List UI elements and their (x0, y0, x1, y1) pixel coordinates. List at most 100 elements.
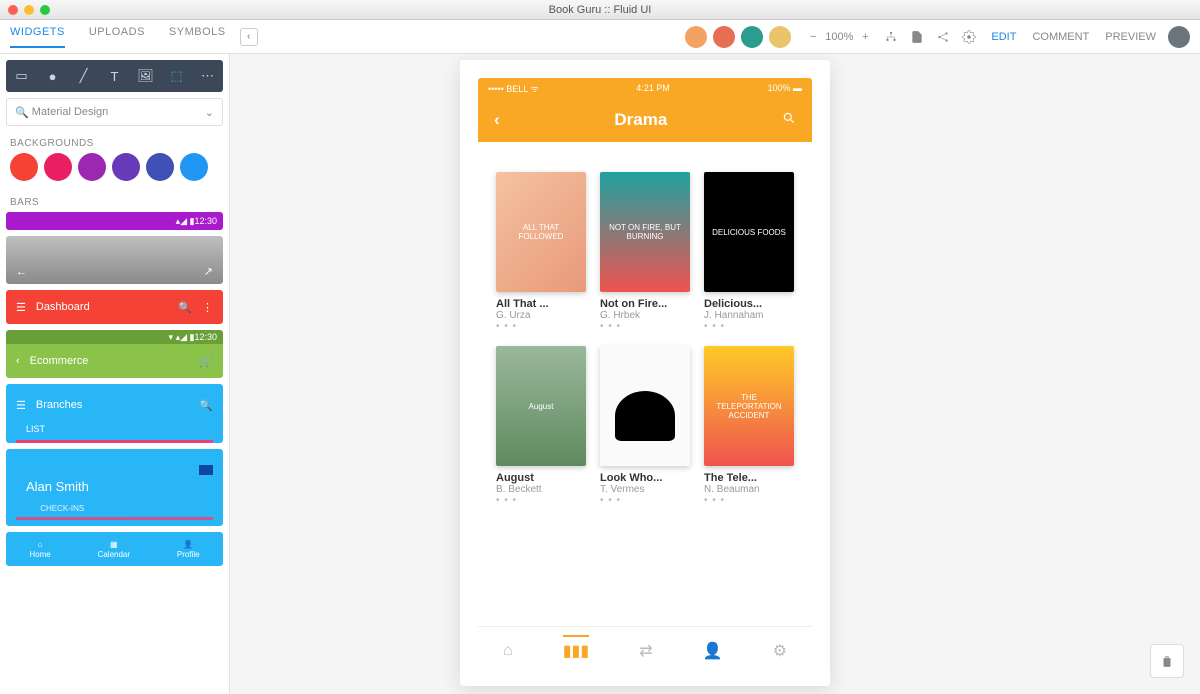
line-tool-icon[interactable]: ╱ (75, 67, 93, 85)
nav-comment[interactable]: COMMENT (1032, 31, 1089, 43)
book-item[interactable]: THE TELEPORTATION ACCIDENT The Tele...N. … (704, 346, 794, 506)
collapse-sidebar-button[interactable]: ‹ (240, 28, 258, 46)
settings-icon[interactable] (961, 29, 977, 45)
search-icon: 🔍 (199, 399, 213, 412)
book-cover: August (496, 346, 586, 466)
widget-statusbar-purple[interactable]: ▴◢ ▮ 12:30 (6, 212, 223, 230)
swatch[interactable] (44, 153, 72, 181)
rating-dots: • • • (704, 495, 794, 506)
avatar[interactable] (685, 26, 707, 48)
swatch[interactable] (10, 153, 38, 181)
book-author: N. Beauman (704, 484, 794, 495)
tab-symbols[interactable]: SYMBOLS (169, 26, 226, 48)
cart-icon: 🛒 (199, 355, 213, 368)
nav-library-icon[interactable]: ▮▮▮ (563, 635, 589, 661)
book-item[interactable]: Look Who...T. Vermes• • • (600, 346, 690, 506)
appbar-label: Ecommerce (30, 355, 89, 367)
nav-settings-icon[interactable]: ⚙ (773, 641, 787, 661)
phone-body: ALL THAT FOLLOWEDAll That ...G. Urza• • … (478, 142, 812, 516)
more-tools-icon[interactable]: ⋯ (199, 67, 217, 85)
rectangle-tool-icon[interactable]: ▭ (13, 67, 31, 85)
section-backgrounds: BACKGROUNDS (0, 130, 229, 153)
zoom-level: 100% (825, 31, 853, 43)
tab-widgets[interactable]: WIDGETS (10, 26, 65, 48)
user-avatar[interactable] (1168, 26, 1190, 48)
nav-home-icon[interactable]: ⌂ (503, 642, 513, 660)
nav-profile-icon[interactable]: 👤 (703, 641, 723, 661)
widget-bottomnav-cyan[interactable]: ⌂Home ▦Calendar 👤Profile (6, 532, 223, 566)
book-title: August (496, 472, 586, 484)
design-canvas[interactable]: ••••• BELL ᯤ 4:21 PM 100% ▬ ‹ Drama ALL … (230, 54, 1200, 694)
zoom-out-icon[interactable]: − (805, 29, 821, 45)
book-author: T. Vermes (600, 484, 690, 495)
widget-appbar-green[interactable]: ▾ ▴◢ ▮ 12:30 ‹ Ecommerce 🛒 (6, 330, 223, 378)
book-author: J. Hannaham (704, 310, 794, 321)
library-name: Material Design (32, 106, 108, 118)
menu-icon: ☰ (16, 399, 26, 412)
widget-header-grey[interactable]: ←↗ (6, 236, 223, 284)
library-select[interactable]: 🔍 Material Design ⌄ (6, 98, 223, 126)
text-tool-icon[interactable]: T (106, 67, 124, 85)
book-author: G. Hrbek (600, 310, 690, 321)
background-swatches (0, 153, 229, 189)
search-icon[interactable] (782, 110, 796, 130)
swatch[interactable] (146, 153, 174, 181)
os-titlebar: Book Guru :: Fluid UI (0, 0, 1200, 20)
zoom-in-icon[interactable]: + (857, 29, 873, 45)
menu-icon: ☰ (16, 301, 26, 314)
avatar[interactable] (769, 26, 791, 48)
search-icon: 🔍 (15, 106, 29, 119)
rating-dots: • • • (600, 495, 690, 506)
search-icon: 🔍 (178, 301, 192, 314)
book-title: All That ... (496, 298, 586, 310)
section-bars: BARS (0, 189, 229, 212)
book-item[interactable]: DELICIOUS FOODS Delicious...J. Hannaham• … (704, 172, 794, 332)
book-title: Not on Fire... (600, 298, 690, 310)
pointer-tool-icon[interactable]: ⬚ (168, 67, 186, 85)
book-item[interactable]: ALL THAT FOLLOWEDAll That ...G. Urza• • … (496, 172, 586, 332)
back-icon: ‹ (16, 355, 20, 367)
circle-tool-icon[interactable]: ● (44, 67, 62, 85)
widget-appbar-red[interactable]: ☰ Dashboard 🔍 ⋮ (6, 290, 223, 324)
nav-preview[interactable]: PREVIEW (1105, 31, 1156, 43)
book-item[interactable]: AugustAugustB. Beckett• • • (496, 346, 586, 506)
book-author: G. Urza (496, 310, 586, 321)
book-cover: NOT ON FIRE, BUT BURNING (600, 172, 690, 292)
image-tool-icon[interactable]: 🖼 (137, 67, 155, 85)
nav-edit[interactable]: EDIT (991, 31, 1016, 43)
book-author: B. Beckett (496, 484, 586, 495)
status-time: 4:21 PM (636, 83, 670, 93)
book-title: Delicious... (704, 298, 794, 310)
book-cover: THE TELEPORTATION ACCIDENT (704, 346, 794, 466)
sidebar-tabs: WIDGETS UPLOADS SYMBOLS (10, 26, 226, 48)
appbar-label: Dashboard (36, 301, 90, 313)
tab-uploads[interactable]: UPLOADS (89, 26, 145, 48)
collaborator-avatars (685, 26, 791, 48)
rating-dots: • • • (496, 321, 586, 332)
trash-button[interactable] (1150, 644, 1184, 678)
swatch[interactable] (180, 153, 208, 181)
battery: 100% ▬ (767, 83, 802, 93)
book-cover (600, 346, 690, 466)
phone-frame[interactable]: ••••• BELL ᯤ 4:21 PM 100% ▬ ‹ Drama ALL … (460, 60, 830, 686)
sitemap-icon[interactable] (883, 29, 899, 45)
swatch[interactable] (78, 153, 106, 181)
book-cover: DELICIOUS FOODS (704, 172, 794, 292)
nav-swap-icon[interactable]: ⇄ (639, 641, 652, 661)
avatar[interactable] (713, 26, 735, 48)
avatar[interactable] (741, 26, 763, 48)
screen-title: Drama (500, 110, 782, 130)
swatch[interactable] (112, 153, 140, 181)
book-item[interactable]: NOT ON FIRE, BUT BURNING Not on Fire...G.… (600, 172, 690, 332)
rating-dots: • • • (704, 321, 794, 332)
export-icon[interactable] (909, 29, 925, 45)
more-icon: ⋮ (202, 301, 213, 314)
widget-profile-cyan[interactable]: Alan Smith CHECK-INS (6, 449, 223, 526)
widget-appbar-cyan-tabs[interactable]: ☰ Branches 🔍 LIST (6, 384, 223, 443)
book-title: The Tele... (704, 472, 794, 484)
widget-sidebar: ▭ ● ╱ T 🖼 ⬚ ⋯ 🔍 Material Design ⌄ BACKGR… (0, 54, 230, 694)
share-icon[interactable] (935, 29, 951, 45)
chevron-down-icon: ⌄ (205, 106, 214, 119)
rating-dots: • • • (600, 321, 690, 332)
book-title: Look Who... (600, 472, 690, 484)
